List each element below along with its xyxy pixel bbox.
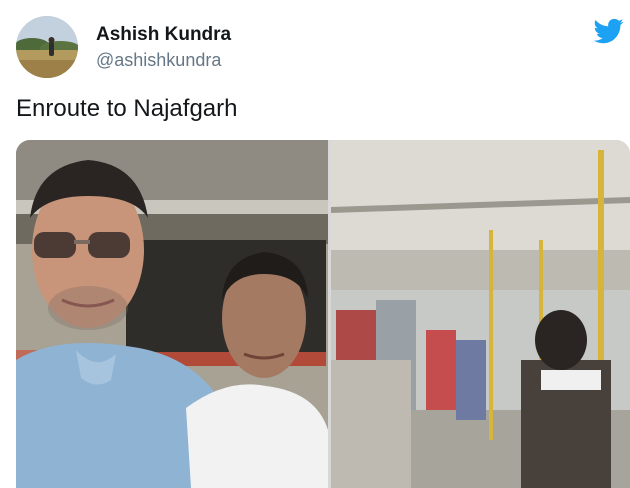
avatar[interactable] <box>16 16 78 78</box>
tweet-header: Ashish Kundra @ashishkundra <box>16 16 616 80</box>
bus-interior-photo[interactable] <box>331 140 630 488</box>
twitter-bird-icon[interactable] <box>593 16 624 46</box>
tweet-card: Ashish Kundra @ashishkundra Enroute to N… <box>0 0 630 488</box>
tweet-media <box>16 140 630 488</box>
selfie-photo[interactable] <box>16 140 328 488</box>
author-name[interactable]: Ashish Kundra <box>96 24 231 46</box>
author-handle[interactable]: @ashishkundra <box>96 50 221 71</box>
tweet-text: Enroute to Najafgarh <box>16 95 238 122</box>
